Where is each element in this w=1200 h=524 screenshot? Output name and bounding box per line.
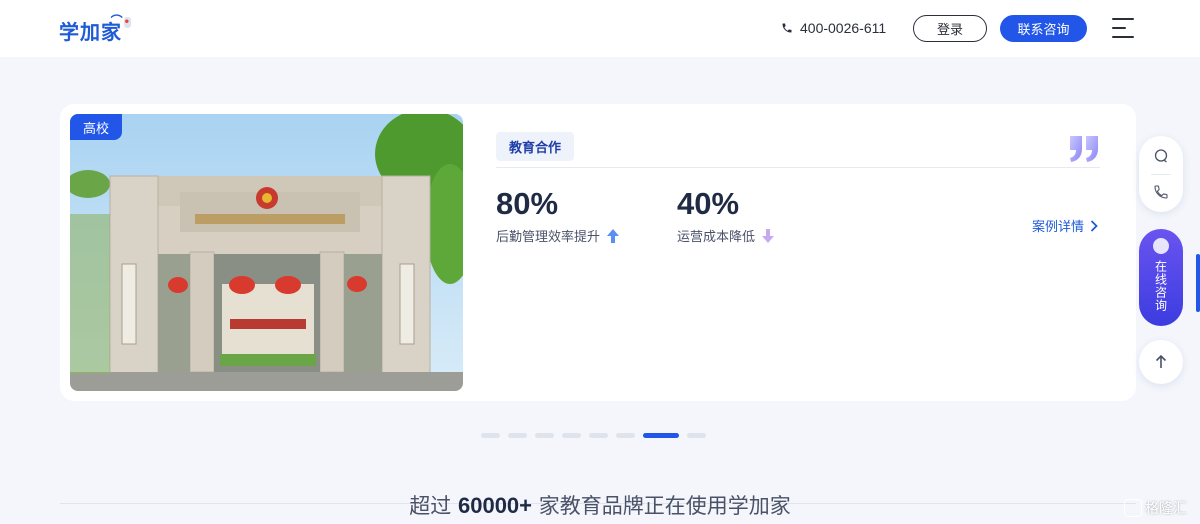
tagline-suffix: 家教育品牌正在使用学加家 <box>532 494 791 518</box>
arrow-up-icon <box>1155 355 1167 368</box>
watermark-logo-icon <box>1124 499 1142 517</box>
phone-icon[interactable] <box>1153 184 1169 200</box>
phone-icon <box>782 23 792 33</box>
chat-icon <box>1153 238 1169 254</box>
pagination-dot[interactable] <box>589 433 608 438</box>
card-divider <box>496 167 1100 168</box>
arrow-down-icon <box>762 228 775 243</box>
float-contact-panel <box>1139 136 1183 212</box>
pagination-dot[interactable] <box>481 433 500 438</box>
case-card: 高校 教育合作 80% 后勤管理效率提升 40% 运营成本降低 案例详情 <box>60 104 1136 401</box>
stat-cost: 40% 运营成本降低 <box>677 186 775 245</box>
chevron-right-icon <box>1090 219 1098 232</box>
back-to-top-button[interactable] <box>1139 340 1183 384</box>
pagination-dot[interactable] <box>562 433 581 438</box>
tagline-prefix: 超过 <box>409 494 458 518</box>
pagination-dot[interactable] <box>535 433 554 438</box>
pagination-dot-active[interactable] <box>643 433 679 438</box>
top-nav: 学加家 ⌒• 400-0026-611 登录 联系咨询 <box>0 0 1200 57</box>
arrow-up-icon <box>607 228 620 243</box>
online-consult-label: 在线咨询 <box>1153 260 1168 312</box>
case-type-label: 教育合作 <box>496 132 575 161</box>
watermark-text: 格隆汇 <box>1145 501 1187 517</box>
hotline[interactable]: 400-0026-611 <box>781 20 886 36</box>
scrollbar-thumb[interactable] <box>1196 254 1200 312</box>
watermark: 格隆汇 <box>1124 498 1187 518</box>
campus-photo <box>70 114 463 391</box>
case-detail-label: 案例详情 <box>1032 220 1085 235</box>
stat-efficiency: 80% 后勤管理效率提升 <box>496 186 620 245</box>
pagination-dot[interactable] <box>687 433 706 438</box>
login-button[interactable]: 登录 <box>913 15 987 42</box>
chat-bubble-icon[interactable] <box>1153 148 1169 164</box>
stat-value: 80% <box>496 186 559 221</box>
logo-mark-icon: ⌒• <box>110 14 131 28</box>
menu-icon[interactable] <box>1112 18 1136 40</box>
phone-number: 400-0026-611 <box>800 20 887 36</box>
pagination-dot[interactable] <box>616 433 635 438</box>
brand-logo[interactable]: 学加家 ⌒• <box>59 14 131 45</box>
contact-button[interactable]: 联系咨询 <box>1000 15 1087 42</box>
tagline-number: 60000+ <box>457 493 533 518</box>
stat-desc: 运营成本降低 <box>677 230 756 245</box>
category-tag: 高校 <box>70 114 122 140</box>
stat-value: 40% <box>677 186 740 221</box>
online-consult-button[interactable]: 在线咨询 <box>1139 229 1183 326</box>
stat-desc: 后勤管理效率提升 <box>496 230 601 245</box>
carousel-pagination <box>481 433 706 438</box>
brand-count-tagline: 超过 60000+ 家教育品牌正在使用学加家 <box>0 490 1200 520</box>
case-detail-link[interactable]: 案例详情 <box>1032 216 1098 235</box>
pagination-dot[interactable] <box>508 433 527 438</box>
quote-icon <box>1070 136 1098 162</box>
